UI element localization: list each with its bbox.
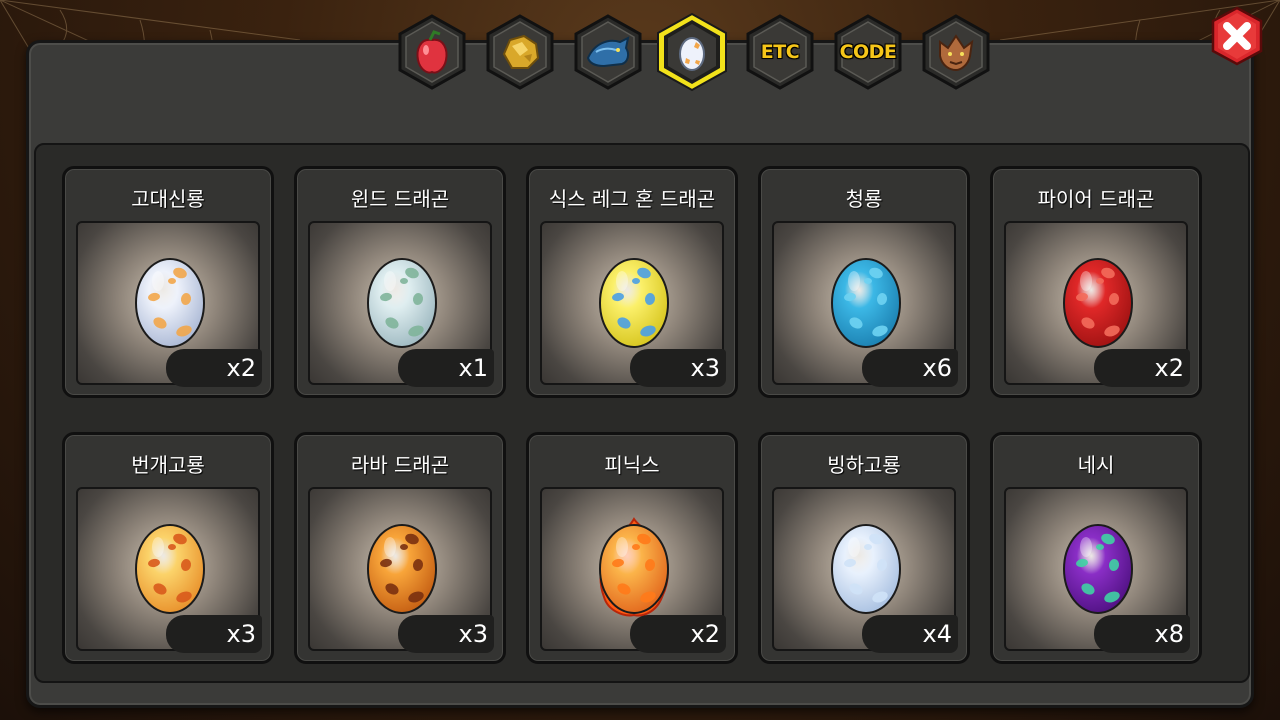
beast-head-icon <box>939 34 974 72</box>
category-tabs: ETC CODE <box>394 12 994 92</box>
egg-count: x2 <box>630 615 726 653</box>
egg-icon <box>599 517 669 617</box>
egg-frame: x2 <box>76 221 262 387</box>
tab-gold[interactable] <box>482 12 558 92</box>
tab-egg[interactable] <box>654 12 730 92</box>
egg-count: x1 <box>398 349 494 387</box>
egg-name: 고대신룡 <box>131 187 205 211</box>
egg-frame: x6 <box>772 221 958 387</box>
egg-icon <box>679 37 705 71</box>
egg-icon <box>135 258 205 348</box>
egg-frame: x2 <box>540 487 726 653</box>
egg-count: x3 <box>398 615 494 653</box>
close-icon <box>1211 6 1263 66</box>
egg-icon <box>135 524 205 614</box>
egg-name: 윈드 드래곤 <box>350 187 450 211</box>
egg-frame: x4 <box>772 487 958 653</box>
tab-etc-label: ETC <box>760 41 800 63</box>
egg-count: x3 <box>630 349 726 387</box>
egg-name: 피닉스 <box>604 453 660 477</box>
tab-beast[interactable] <box>918 12 994 92</box>
egg-icon <box>1063 258 1133 348</box>
egg-icon <box>1063 524 1133 614</box>
egg-count: x3 <box>166 615 262 653</box>
egg-frame: x2 <box>1004 221 1190 387</box>
egg-count: x8 <box>1094 615 1190 653</box>
egg-name: 번개고룡 <box>131 453 205 477</box>
egg-card[interactable]: 식스 레그 혼 드래곤 x3 <box>526 166 738 398</box>
tab-dragon-scale[interactable] <box>570 12 646 92</box>
egg-icon <box>367 258 437 348</box>
egg-frame: x3 <box>76 487 262 653</box>
fruit-icon <box>416 30 448 74</box>
egg-frame: x3 <box>540 221 726 387</box>
egg-icon <box>599 258 669 348</box>
egg-frame: x3 <box>308 487 494 653</box>
egg-icon <box>831 524 901 614</box>
egg-name: 네시 <box>1077 453 1115 477</box>
egg-card[interactable]: 파이어 드래곤 x2 <box>990 166 1202 398</box>
egg-card[interactable]: 라바 드래곤 x3 <box>294 432 506 664</box>
egg-name: 청룡 <box>845 187 883 211</box>
egg-card[interactable]: 네시 x8 <box>990 432 1202 664</box>
egg-name: 라바 드래곤 <box>350 453 450 477</box>
dragon-head-icon <box>586 36 630 68</box>
tab-etc[interactable]: ETC <box>742 12 818 92</box>
egg-card[interactable]: 청룡 x6 <box>758 166 970 398</box>
egg-count: x6 <box>862 349 958 387</box>
egg-card[interactable]: 윈드 드래곤 x1 <box>294 166 506 398</box>
egg-icon <box>367 524 437 614</box>
egg-name: 파이어 드래곤 <box>1037 187 1155 211</box>
close-button[interactable] <box>1207 6 1267 66</box>
egg-icon <box>831 258 901 348</box>
egg-card[interactable]: 고대신룡 x2 <box>62 166 274 398</box>
egg-count: x2 <box>1094 349 1190 387</box>
egg-card[interactable]: 빙하고룡 x4 <box>758 432 970 664</box>
egg-name: 빙하고룡 <box>827 453 901 477</box>
egg-count: x4 <box>862 615 958 653</box>
tab-code-label: CODE <box>839 41 897 63</box>
egg-card[interactable]: 피닉스 x2 <box>526 432 738 664</box>
egg-frame: x8 <box>1004 487 1190 653</box>
egg-count: x2 <box>166 349 262 387</box>
egg-frame: x1 <box>308 221 494 387</box>
tab-code[interactable]: CODE <box>830 12 906 92</box>
egg-card[interactable]: 번개고룡 x3 <box>62 432 274 664</box>
gold-nugget-icon <box>502 34 540 69</box>
egg-name: 식스 레그 혼 드래곤 <box>548 187 716 211</box>
tab-fruit[interactable] <box>394 12 470 92</box>
